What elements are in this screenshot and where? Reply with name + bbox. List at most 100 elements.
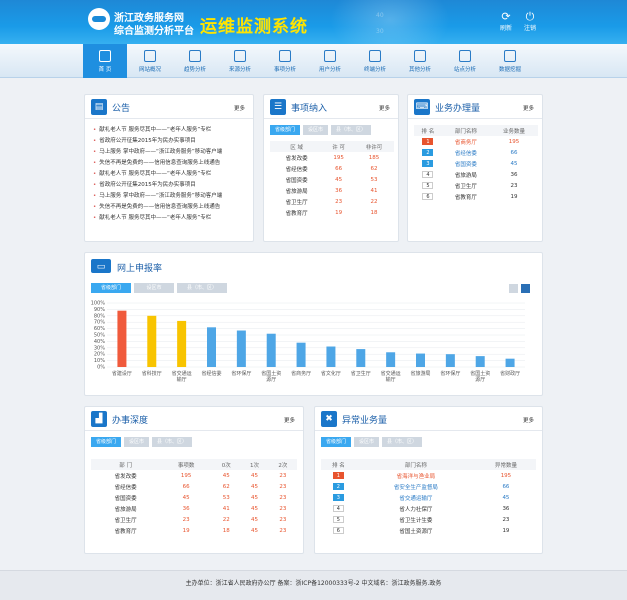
bar[interactable] (326, 346, 336, 367)
notice-item[interactable]: 献礼老人节 服务尽其中——“老年人服务”专栏 (93, 213, 253, 224)
column-header: 0次 (212, 459, 241, 470)
more-link[interactable]: 更多 (379, 104, 390, 112)
bar[interactable] (236, 330, 246, 367)
tab-province[interactable]: 省级部门 (91, 437, 122, 447)
tab-county[interactable]: 县（市、区） (382, 437, 423, 447)
tab-county[interactable]: 县（市、区） (331, 125, 372, 135)
table-row[interactable]: 4 省人力社保厅 36 (321, 503, 536, 514)
bar[interactable] (147, 315, 157, 367)
nav-item-1[interactable]: 网站概况 (128, 44, 172, 78)
table-cell: 66 (335, 165, 343, 172)
nav-item-6[interactable]: 终端分析 (353, 44, 397, 78)
tab-county[interactable]: 县（市、区） (177, 283, 227, 293)
column-header: 非许可 (354, 141, 394, 152)
nav-item-7[interactable]: 其他分析 (398, 44, 442, 78)
bar[interactable] (445, 354, 455, 367)
tab-city[interactable]: 设区市 (124, 437, 150, 447)
next-arrow-icon[interactable] (521, 284, 530, 293)
more-link[interactable]: 更多 (284, 416, 295, 424)
table-row[interactable]: 3 省国资委 45 (414, 158, 538, 169)
bar[interactable] (386, 352, 396, 367)
more-link[interactable]: 更多 (523, 104, 534, 112)
logout-button[interactable]: ⏻ 注销 (518, 10, 542, 32)
table-row[interactable]: 省国资委 45 53 (270, 174, 394, 185)
table-cell: 6 (414, 191, 442, 202)
tab-city[interactable]: 设区市 (354, 437, 380, 447)
bar[interactable] (207, 327, 216, 367)
bar[interactable] (505, 358, 515, 367)
bar[interactable] (296, 342, 306, 367)
online-rate-panel: ▭ 网上申报率 省级部门 设区市 县（市、区） 100% 90% 80% 70% 60% 50… (84, 252, 543, 396)
nav-item-0[interactable]: 首 页 (83, 44, 127, 78)
notice-item[interactable]: 失信不再是免费的——信用信息查询服务上线通告 (93, 158, 253, 169)
table-row[interactable]: 4 省旅游局 36 (414, 169, 538, 180)
table-row[interactable]: 2 省安全生产监督局 66 (321, 481, 536, 492)
nav-item-4[interactable]: 事项分析 (263, 44, 307, 78)
notice-item[interactable]: 献礼老人节 服务尽其中——“老年人服务”专栏 (93, 125, 253, 136)
nav-item-2[interactable]: 趋势分析 (173, 44, 217, 78)
x-tick-label: 输厅 (177, 376, 187, 383)
nav-item-5[interactable]: 用户分析 (308, 44, 352, 78)
prev-arrow-icon[interactable] (509, 284, 518, 293)
table-row[interactable]: 1 省商务厅 195 (414, 136, 538, 147)
table-cell: 23 (335, 198, 343, 205)
tab-province[interactable]: 省级部门 (321, 437, 352, 447)
table-row[interactable]: 1 省海洋与渔业局 195 (321, 470, 536, 481)
table-row[interactable]: 3 省交通运输厅 45 (321, 492, 536, 503)
bar[interactable] (356, 349, 366, 367)
bar[interactable] (117, 310, 127, 367)
table-row[interactable]: 省卫生厅 23 22 (270, 196, 394, 207)
tab-city[interactable]: 设区市 (303, 125, 329, 135)
table-header-row: 排 名部门名称 业务数量 (414, 125, 538, 136)
table-row[interactable]: 2 省经信委 66 (414, 147, 538, 158)
table-row[interactable]: 6 省教育厅 19 (414, 191, 538, 202)
table-row[interactable]: 省旅游局 36 41 45 23 (91, 503, 297, 514)
notice-item[interactable]: 马上服务 掌中政府——“浙江政务服务”移动客户端 (93, 147, 253, 158)
more-link[interactable]: 更多 (523, 416, 534, 424)
table-cell: 195 (500, 472, 512, 479)
table-row[interactable]: 省卫生厅 23 22 45 23 (91, 514, 297, 525)
accept-panel: ☰ 事项纳入 更多 省级部门 设区市 县（市、区） 区 域许 可非许可 省发改委 195… (263, 94, 399, 242)
refresh-button[interactable]: ⟳ 刷新 (494, 10, 518, 32)
table-cell: 66 (502, 483, 510, 490)
nav-item-9[interactable]: 数据挖掘 (488, 44, 532, 78)
x-tick-label: 省环保厅 (440, 370, 460, 377)
nav-item-8[interactable]: 站点分析 (443, 44, 487, 78)
table-row[interactable]: 省经信委 66 62 (270, 163, 394, 174)
notice-item[interactable]: 失信不再是免费的——信用信息查询服务上线通告 (93, 202, 253, 213)
table-cell: 省旅游局 (454, 172, 477, 179)
table-row[interactable]: 省教育厅 19 18 (270, 207, 394, 218)
bar[interactable] (177, 320, 187, 367)
table-row[interactable]: 省旅游局 36 41 (270, 185, 394, 196)
bar[interactable] (475, 356, 485, 367)
table-row[interactable]: 5 省卫生计生委 23 (321, 514, 536, 525)
notice-item[interactable]: 献礼老人节 服务尽其中——“老年人服务”专栏 (93, 169, 253, 180)
table-cell: 23 (182, 516, 190, 523)
tab-bar: 省级部门 设区市 县（市、区） (321, 437, 425, 447)
y-tick-label: 30% (94, 345, 105, 351)
bar[interactable] (266, 333, 276, 367)
notice-item[interactable]: 省政府公开征集2015年为民办实事项目 (93, 136, 253, 147)
table-cell: 45 (251, 505, 259, 512)
rank-badge: 2 (332, 483, 344, 490)
more-link[interactable]: 更多 (234, 104, 245, 112)
bar[interactable] (416, 353, 425, 367)
table-row[interactable]: 6 省国土资源厅 19 (321, 525, 536, 536)
tab-province[interactable]: 省级部门 (91, 283, 131, 293)
tab-city[interactable]: 设区市 (134, 283, 174, 293)
table-row[interactable]: 省发改委 195 45 45 23 (91, 470, 297, 481)
table-row[interactable]: 省经信委 66 62 45 23 (91, 481, 297, 492)
table-cell: 4 (414, 169, 442, 180)
notice-item[interactable]: 省政府公开征集2015年为民办实事项目 (93, 180, 253, 191)
table-row[interactable]: 5 省卫生厅 23 (414, 180, 538, 191)
table-cell: 省教育厅 (285, 210, 308, 217)
table-row[interactable]: 省教育厅 19 18 45 23 (91, 525, 297, 536)
tab-county[interactable]: 县（市、区） (152, 437, 193, 447)
nav-item-3[interactable]: 来源分析 (218, 44, 262, 78)
tab-province[interactable]: 省级部门 (270, 125, 301, 135)
table-row[interactable]: 省发改委 195 185 (270, 152, 394, 163)
x-tick-label: 省建设厅 (112, 370, 132, 377)
table-row[interactable]: 省国资委 45 53 45 23 (91, 492, 297, 503)
table-cell: 1 (321, 470, 356, 481)
notice-item[interactable]: 马上服务 掌中政府——“浙江政务服务”移动客户端 (93, 191, 253, 202)
